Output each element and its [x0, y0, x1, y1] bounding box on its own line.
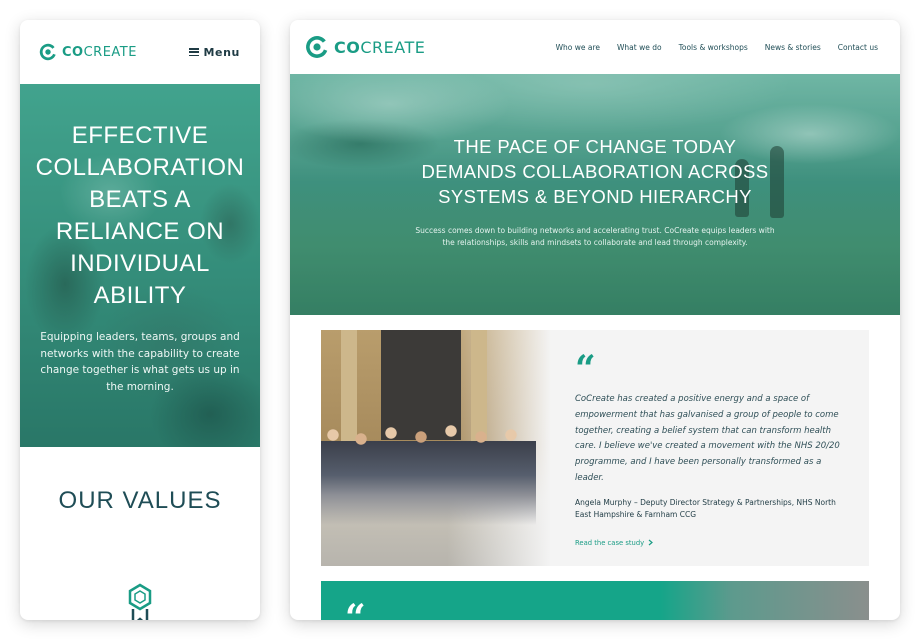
testimonial-quote: CoCreate has created a positive energy a… [575, 394, 840, 483]
values-section: Our values [20, 447, 260, 620]
mobile-hero: Effective collaboration beats a reliance… [20, 84, 260, 447]
case-study-link[interactable]: Read the case study [575, 539, 845, 547]
desktop-header: COCREATE Who we are What we do Tools & w… [290, 20, 900, 74]
nav-what-we-do[interactable]: What we do [617, 43, 662, 52]
quote-mark-icon: “ [575, 348, 596, 390]
logo-text: COCREATE [62, 44, 137, 60]
quote-mark-icon: “ [345, 597, 366, 620]
nav-contact-us[interactable]: Contact us [838, 43, 878, 52]
testimonial-attribution: Angela Murphy – Deputy Director Strategy… [575, 497, 836, 520]
menu-label: Menu [203, 45, 240, 59]
logo-text: COCREATE [334, 37, 426, 57]
second-testimonial-card: “ [321, 581, 869, 620]
desktop-screenshot: COCREATE Who we are What we do Tools & w… [290, 20, 900, 620]
logo-icon [306, 36, 328, 58]
desktop-hero-text: Success comes down to building networks … [415, 226, 775, 247]
desktop-hero-title: The pace of change today demands collabo… [421, 136, 769, 207]
values-heading: Our values [58, 487, 222, 514]
mobile-hero-title: Effective collaboration beats a reliance… [35, 122, 245, 309]
chevron-right-icon [648, 539, 654, 546]
menu-button[interactable]: Menu [188, 45, 240, 59]
nav-news-stories[interactable]: News & stories [765, 43, 821, 52]
nav-tools-workshops[interactable]: Tools & workshops [679, 43, 748, 52]
logo[interactable]: COCREATE [39, 43, 137, 61]
main-nav: Who we are What we do Tools & workshops … [556, 43, 878, 52]
logo-icon [39, 43, 57, 61]
desktop-hero: The pace of change today demands collabo… [290, 74, 900, 315]
testimonial-card: “ CoCreate has created a positive energy… [321, 330, 869, 566]
mobile-screenshot: COCREATE Menu Effective collaboration be… [20, 20, 260, 620]
mobile-header: COCREATE Menu [20, 20, 260, 84]
badge-ribbon-icon [127, 583, 153, 620]
group-photo [321, 330, 551, 566]
logo[interactable]: COCREATE [305, 35, 425, 59]
hamburger-icon [188, 48, 199, 56]
nav-who-we-are[interactable]: Who we are [556, 43, 600, 52]
mobile-hero-text: Equipping leaders, teams, groups and net… [40, 331, 240, 393]
